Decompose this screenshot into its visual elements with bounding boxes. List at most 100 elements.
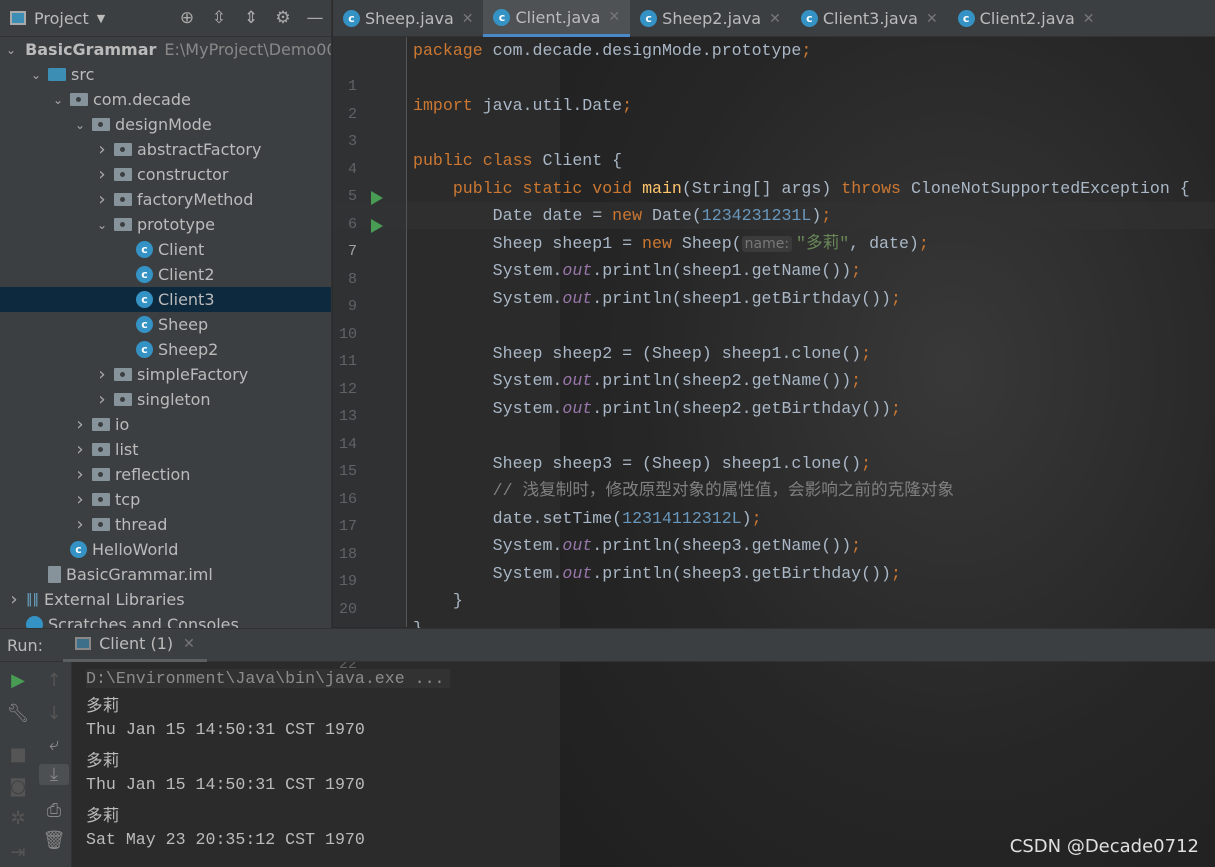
code-token: 12314112312L (622, 508, 742, 528)
rerun-icon[interactable]: ▶ (0, 670, 36, 691)
tree-item[interactable]: BasicGrammar.iml (0, 562, 331, 587)
close-icon[interactable]: ✕ (462, 11, 474, 27)
code-token: ; (891, 398, 901, 418)
code-line: System.out.println(sheep3.getName()); (413, 532, 861, 559)
chevron-right-icon[interactable]: › (94, 139, 110, 160)
code-token: ; (801, 41, 812, 60)
code-line: Sheep sheep3 = (Sheep) sheep1.clone(); (413, 450, 871, 477)
arrow-down-icon[interactable]: ↓ (36, 703, 72, 724)
tree-item[interactable]: ⌄ src (0, 62, 331, 87)
chevron-down-icon[interactable]: ⌄ (28, 68, 44, 82)
tree-item[interactable]: c HelloWorld (0, 537, 331, 562)
tree-item[interactable]: › factoryMethod (0, 187, 331, 212)
tree-item[interactable]: › singleton (0, 387, 331, 412)
chevron-down-icon[interactable]: ▼ (97, 12, 105, 25)
code-line: System.out.println(sheep2.getBirthday())… (413, 395, 901, 422)
tree-item[interactable]: c Sheep2 (0, 337, 331, 362)
run-tab-client[interactable]: Client (1) ✕ (63, 628, 207, 662)
tree-item[interactable]: › io (0, 412, 331, 437)
tree-item[interactable]: c Client3 (0, 287, 331, 312)
code-line: Sheep sheep1 = new Sheep(name: "多莉", date… (413, 230, 929, 257)
chevron-right-icon[interactable]: › (72, 514, 88, 535)
gear-icon[interactable]: ⚙ (267, 8, 299, 28)
close-icon[interactable]: ✕ (183, 636, 195, 652)
code-line: System.out.println(sheep1.getBirthday())… (413, 285, 901, 312)
close-icon[interactable]: ✕ (926, 11, 938, 27)
chevron-right-icon[interactable]: › (94, 364, 110, 385)
tree-item[interactable]: ⌄ designMode (0, 112, 331, 137)
chevron-right-icon[interactable]: › (72, 464, 88, 485)
tree-item[interactable]: › tcp (0, 487, 331, 512)
chevron-right-icon[interactable]: › (72, 414, 88, 435)
project-view-selector[interactable]: Project (34, 9, 89, 28)
code-token: out (562, 371, 593, 390)
stop-icon[interactable]: ■ (0, 744, 36, 765)
tree-item[interactable]: › list (0, 437, 331, 462)
chevron-right-icon[interactable]: › (6, 589, 22, 610)
chevron-right-icon[interactable]: › (72, 439, 88, 460)
code-token: Date( (642, 206, 702, 225)
soft-wrap-icon[interactable]: ⤶ (36, 734, 72, 755)
tree-item[interactable]: c Client (0, 237, 331, 262)
tab-sheep-java[interactable]: c Sheep.java ✕ (333, 0, 483, 37)
chevron-right-icon[interactable]: › (94, 189, 110, 210)
tree-item[interactable]: › constructor (0, 162, 331, 187)
exit-icon[interactable]: ⇥ (0, 842, 36, 863)
tree-item[interactable]: ⌄ com.decade (0, 87, 331, 112)
runnable-class-icon: c (136, 291, 153, 308)
run-gutter-icon[interactable] (371, 191, 383, 205)
run-toolbar-secondary: ↑ ↓ ⤶ ⤓ ⎙ 🗑︎ (36, 662, 72, 867)
tree-item[interactable]: › reflection (0, 462, 331, 487)
print-icon[interactable]: ⎙ (36, 800, 72, 821)
tree-item[interactable]: c Client2 (0, 262, 331, 287)
chevron-down-icon[interactable]: ⌄ (94, 218, 110, 232)
package-icon (92, 118, 110, 131)
tab-client-java[interactable]: c Client.java ✕ (483, 0, 631, 37)
line-number: 7 (347, 243, 357, 260)
console-line: 多莉 (86, 807, 120, 826)
scroll-to-end-icon[interactable]: ⤓ (39, 764, 69, 785)
close-icon[interactable]: ✕ (608, 9, 620, 25)
code-token: out (562, 288, 593, 308)
tree-item[interactable]: ⌄ BasicGrammar E:\MyProject\Demo001 (0, 37, 331, 62)
run-gutter-icon[interactable] (371, 218, 383, 233)
chevron-right-icon[interactable]: › (94, 164, 110, 185)
code-token: out (562, 261, 593, 280)
module-path: E:\MyProject\Demo001 (164, 40, 331, 59)
debug-icon[interactable]: ✲ (0, 808, 36, 829)
locate-icon[interactable]: ⊕ (171, 8, 203, 28)
chevron-right-icon[interactable]: › (94, 389, 110, 410)
package-icon (92, 518, 110, 531)
wrench-icon[interactable]: 🔧︎ (0, 703, 36, 724)
chevron-down-icon[interactable]: ⌄ (50, 93, 66, 107)
tab-sheep2-java[interactable]: c Sheep2.java ✕ (630, 0, 791, 37)
tree-item-label: designMode (115, 115, 212, 134)
collapse-all-icon[interactable]: ⇕ (235, 8, 267, 28)
tab-client3-java[interactable]: c Client3.java ✕ (791, 0, 948, 37)
tree-item[interactable]: › ‖‖ External Libraries (0, 587, 331, 612)
run-toolbar-primary: ▶ 🔧︎ ■ ◙ ✲ ⇥ (0, 662, 36, 867)
line-number: 1 (347, 78, 357, 95)
tree-item-label: constructor (137, 165, 229, 184)
minimize-icon[interactable]: — (299, 8, 331, 28)
expand-all-icon[interactable]: ⇳ (203, 8, 235, 28)
trash-icon[interactable]: 🗑︎ (36, 830, 72, 851)
close-icon[interactable]: ✕ (769, 11, 781, 27)
code-token: ; (861, 453, 872, 473)
chevron-right-icon[interactable]: › (72, 489, 88, 510)
console-line: Thu Jan 15 14:50:31 CST 1970 (86, 719, 365, 739)
arrow-up-icon[interactable]: ↑ (36, 670, 72, 691)
tree-item[interactable]: c Sheep (0, 312, 331, 337)
tree-item[interactable]: › thread (0, 512, 331, 537)
camera-icon[interactable]: ◙ (0, 776, 36, 797)
tab-client2-java[interactable]: c Client2.java ✕ (948, 0, 1105, 37)
code-line: import java.util.Date; (413, 92, 632, 119)
code-token: System. (413, 371, 563, 390)
tree-item[interactable]: › abstractFactory (0, 137, 331, 162)
chevron-down-icon[interactable]: ⌄ (72, 118, 88, 132)
tree-item[interactable]: ⌄ prototype (0, 212, 331, 237)
project-view-icon (10, 11, 26, 25)
tree-item[interactable]: › simpleFactory (0, 362, 331, 387)
close-icon[interactable]: ✕ (1083, 11, 1095, 27)
chevron-down-icon[interactable]: ⌄ (6, 43, 16, 57)
